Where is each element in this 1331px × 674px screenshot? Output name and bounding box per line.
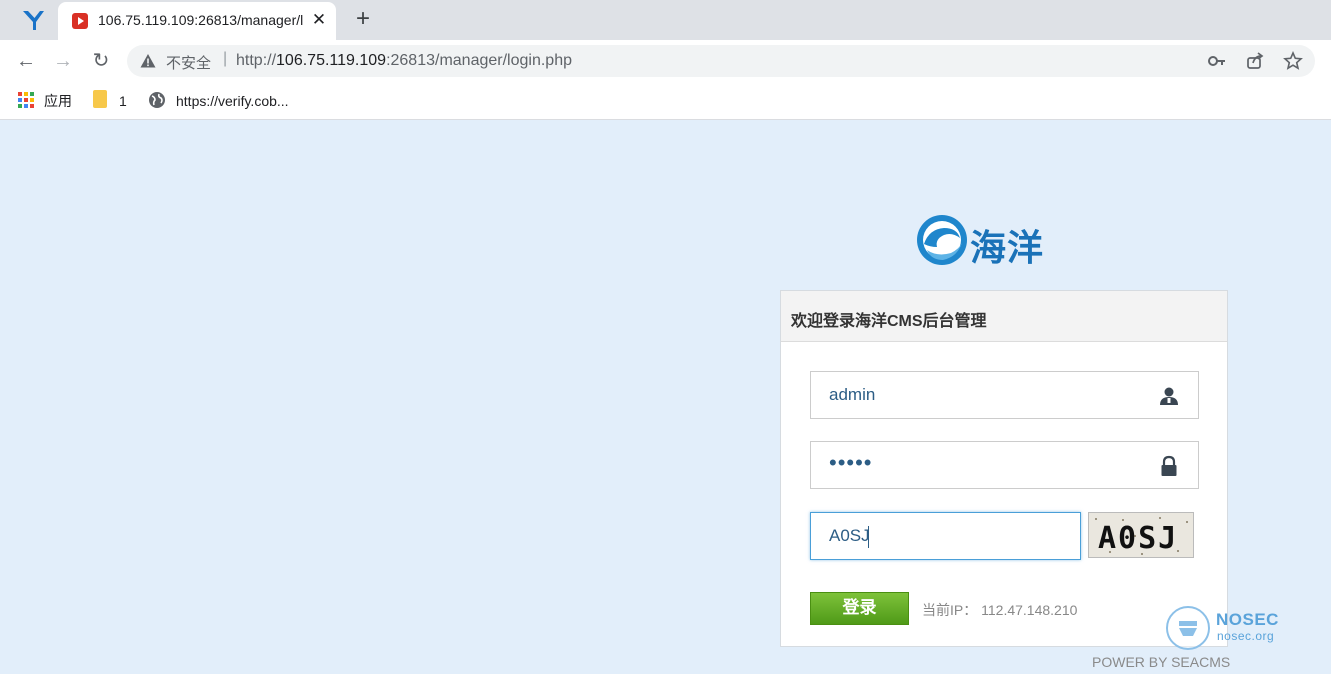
security-label[interactable]: 不安全 <box>166 52 211 73</box>
share-icon[interactable] <box>1245 51 1265 71</box>
bookmarks-bar: 应用 1 https://verify.cob... <box>0 82 1331 120</box>
current-ip: 当前IP： 112.47.148.210 <box>922 602 1078 618</box>
password-value: ••••• <box>829 450 873 475</box>
username-field[interactable]: admin <box>810 371 1199 419</box>
new-tab-button[interactable]: + <box>350 7 376 33</box>
logo-text: 海洋 <box>970 228 1045 269</box>
tab-title: 106.75.119.109:26813/manager/login.php <box>98 12 303 28</box>
forward-button[interactable]: → <box>51 49 75 73</box>
power-by-footer: POWER BY SEACMS <box>1092 654 1231 670</box>
user-icon <box>1160 387 1178 405</box>
tab-favicon-icon <box>72 13 88 29</box>
apps-grid-icon[interactable] <box>18 92 34 108</box>
url-text[interactable]: http://106.75.119.109:26813/manager/logi… <box>236 52 572 70</box>
captcha-image-text: A0SJ <box>1098 521 1179 556</box>
captcha-input[interactable]: A0SJ <box>810 512 1081 560</box>
back-button[interactable]: ← <box>14 49 38 73</box>
wave-logo-icon <box>917 215 967 265</box>
lock-icon <box>1161 455 1177 476</box>
bookmark-folder-1[interactable]: 1 <box>119 91 127 111</box>
bookmark-verify[interactable]: https://verify.cob... <box>176 91 289 111</box>
browser-tab-active[interactable]: 106.75.119.109:26813/manager/login.php ✕ <box>58 2 336 40</box>
tab-strip: 106.75.119.109:26813/manager/login.php ✕… <box>0 0 1331 40</box>
browser-logo-icon[interactable] <box>20 8 46 32</box>
url-separator: | <box>223 50 228 67</box>
star-icon[interactable] <box>1283 51 1303 71</box>
text-caret <box>868 526 869 548</box>
globe-icon[interactable] <box>148 91 166 109</box>
site-logo: 海洋 <box>915 213 1050 269</box>
tab-close-icon[interactable]: ✕ <box>308 9 330 31</box>
nosec-watermark: NOSEC nosec.org <box>1166 606 1291 654</box>
password-field[interactable]: ••••• <box>810 441 1199 489</box>
nosec-subtitle: nosec.org <box>1217 629 1275 643</box>
username-value: admin <box>829 385 876 404</box>
captcha-image[interactable]: A0SJ <box>1088 512 1194 558</box>
address-bar[interactable]: 不安全 | http://106.75.119.109:26813/manage… <box>127 45 1315 77</box>
panel-title: 欢迎登录海洋CMS后台管理 <box>791 313 987 330</box>
bookmark-apps[interactable]: 应用 <box>44 91 72 111</box>
key-icon[interactable] <box>1207 51 1227 71</box>
browser-toolbar: ← → ↻ 不安全 | http://106.75.119.109:26813/… <box>0 40 1331 82</box>
login-panel-header: 欢迎登录海洋CMS后台管理 <box>781 291 1227 342</box>
warning-icon[interactable] <box>140 53 156 69</box>
captcha-value: A0SJ <box>829 526 870 545</box>
login-button[interactable]: 登录 <box>810 592 909 625</box>
nosec-logo-icon <box>1166 606 1210 650</box>
folder-icon[interactable] <box>93 90 107 108</box>
login-panel: 欢迎登录海洋CMS后台管理 admin ••••• A0SJ A0SJ 登录 当… <box>780 290 1228 647</box>
nosec-title: NOSEC <box>1216 610 1279 629</box>
reload-button[interactable]: ↻ <box>89 49 113 73</box>
